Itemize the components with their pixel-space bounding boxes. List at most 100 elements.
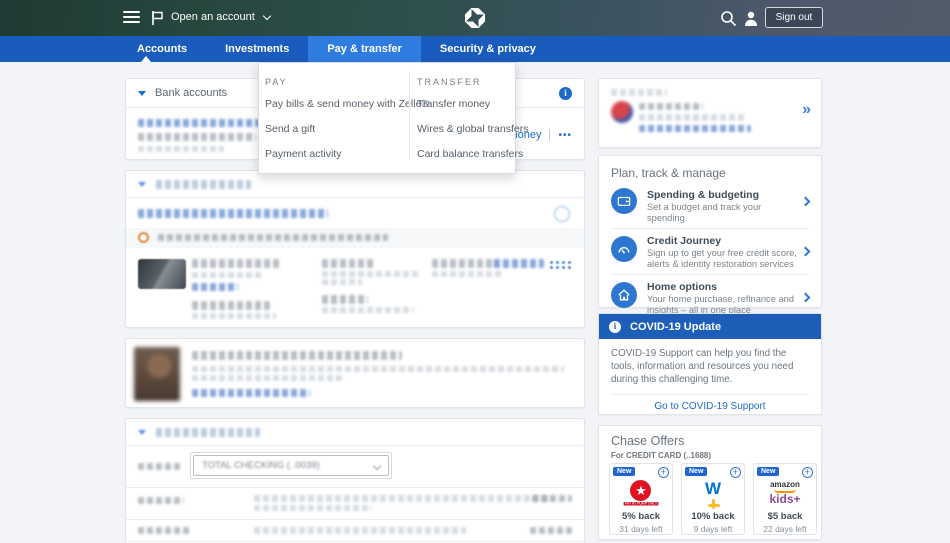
redacted-details-link[interactable]: [192, 283, 238, 291]
redacted-due-date-label: [432, 271, 504, 277]
redacted-section-title: [156, 180, 251, 189]
account-select[interactable]: TOTAL CHECKING (..0039): [190, 452, 392, 479]
walmart-spark-icon: [708, 499, 720, 509]
flag-icon[interactable]: [150, 10, 164, 26]
redacted-current-balance: [192, 259, 280, 268]
walmart-w-text: W: [705, 479, 721, 499]
chase-offers-card: Chase Offers For CREDIT CARD (..1688) Ne…: [598, 425, 822, 540]
collapse-caret-icon[interactable]: [138, 182, 146, 187]
redacted-points-label: [639, 114, 747, 121]
offer-reward: 5% back: [622, 511, 660, 522]
offer-reward: $5 back: [768, 511, 803, 522]
redacted-promo-text-2: [192, 375, 342, 381]
redacted-promo-link[interactable]: [192, 389, 310, 397]
new-badge: New: [613, 467, 635, 476]
hamburger-menu-icon[interactable]: [123, 11, 140, 26]
chase-logo[interactable]: [463, 6, 487, 30]
plan-item-home-options[interactable]: Home options: [647, 281, 717, 293]
redacted-rewards-title: [611, 89, 667, 96]
offers-title: Chase Offers: [611, 434, 684, 448]
offer-days-left: 22 days left: [763, 524, 806, 534]
top-header: Open an account Sign out: [0, 0, 950, 36]
redacted-due-date: [432, 259, 496, 268]
alert-icon: [138, 232, 149, 243]
credit-card-image: [138, 259, 186, 289]
covid-support-link[interactable]: Go to COVID-19 Support: [599, 401, 821, 412]
profile-icon[interactable]: [743, 10, 759, 27]
chase-dashboard: Open an account Sign out Accounts Invest…: [0, 0, 950, 543]
plan-item-credit-journey[interactable]: Credit Journey: [647, 235, 721, 247]
walmart-plus-logo: W: [705, 479, 721, 509]
chevron-right-icon[interactable]: [801, 293, 811, 303]
open-account-dropdown[interactable]: Open an account: [171, 11, 270, 23]
menu-item-transfer-money[interactable]: Transfer money: [417, 98, 528, 110]
freeze-card-icon[interactable]: [554, 206, 570, 222]
redacted-txn-date: [138, 527, 192, 534]
redacted-txn-amount-1: [532, 495, 572, 502]
add-offer-button[interactable]: +: [730, 467, 741, 478]
pay-menu-column: PAY Pay bills & send money with Zelle® S…: [259, 71, 409, 160]
action-divider: [549, 129, 550, 141]
offer-days-left: 31 days left: [619, 524, 662, 534]
tab-pay-transfer[interactable]: Pay & transfer: [308, 36, 421, 62]
amazon-kids-logo: amazon kids+: [769, 479, 800, 509]
house-icon: [611, 282, 637, 308]
plan-item-credit-journey-desc: Sign up to get your free credit score, a…: [647, 248, 799, 271]
menu-item-card-balance-transfers[interactable]: Card balance transfers: [417, 148, 528, 160]
texaco-star-icon: ★: [630, 480, 651, 501]
offer-card-walmart-plus[interactable]: New + W 10% back 9 days left: [681, 463, 745, 535]
collapse-caret-icon[interactable]: [138, 430, 146, 435]
select-chevron-icon: [373, 462, 381, 470]
menu-item-send-a-gift[interactable]: Send a gift: [265, 123, 401, 135]
redacted-pay-card-link[interactable]: [494, 259, 544, 268]
credit-cards-card: [125, 170, 585, 328]
redacted-card-account-link[interactable]: [138, 209, 328, 218]
redacted-available-credit: [192, 301, 270, 310]
sign-out-button[interactable]: Sign out: [765, 7, 823, 28]
kids-plus-wordmark: kids+: [769, 493, 800, 506]
collapse-caret-icon[interactable]: [138, 91, 146, 96]
redacted-account-label: [138, 463, 182, 470]
tab-investments[interactable]: Investments: [206, 36, 308, 62]
offer-reward: 10% back: [691, 511, 734, 522]
new-badge: New: [685, 467, 707, 476]
current-page-indicator: [141, 56, 151, 62]
more-menu-button[interactable]: •••: [558, 130, 572, 141]
transfer-menu-heading: TRANSFER: [417, 77, 528, 87]
promo-card: [125, 338, 585, 408]
open-account-label: Open an account: [171, 11, 255, 23]
covid-card-header: COVID-19 Update: [599, 314, 821, 339]
rewards-program-logo: [611, 101, 633, 123]
chevron-down-icon: [263, 11, 271, 19]
redacted-txn-desc-1: [254, 495, 552, 502]
redacted-min-payment-label: [322, 271, 418, 277]
offer-card-texaco[interactable]: New + ★ PAY AT PUMP ONLY 5% back 31 days…: [609, 463, 673, 535]
search-icon[interactable]: [720, 10, 737, 27]
add-offer-button[interactable]: +: [802, 467, 813, 478]
chevron-right-icon[interactable]: [801, 197, 811, 207]
bank-accounts-title: Bank accounts: [155, 87, 227, 99]
more-options-icon[interactable]: [550, 261, 572, 269]
texaco-logo: ★ PAY AT PUMP ONLY: [611, 479, 671, 509]
add-offer-button[interactable]: +: [658, 467, 669, 478]
redacted-points-value: [639, 103, 703, 110]
transfer-menu-column: TRANSFER Transfer money Wires & global t…: [409, 71, 536, 160]
redacted-payment-label: [322, 307, 414, 313]
tab-accounts[interactable]: Accounts: [118, 36, 206, 62]
chevron-right-icon[interactable]: [801, 247, 811, 257]
plan-item-spending[interactable]: Spending & budgeting: [647, 189, 759, 201]
gauge-icon: [611, 236, 637, 262]
redacted-promo-text-1: [192, 366, 564, 372]
covid-title: COVID-19 Update: [630, 321, 721, 333]
offer-card-amazon-kids[interactable]: New + amazon kids+ $5 back 22 days left: [753, 463, 817, 535]
plan-item-spending-desc: Set a budget and track your spending: [647, 202, 799, 225]
tab-security-privacy[interactable]: Security & privacy: [421, 36, 555, 62]
menu-item-pay-bills-zelle[interactable]: Pay bills & send money with Zelle®: [265, 98, 401, 110]
redacted-alert-text: [158, 234, 388, 241]
menu-item-wires-global-transfers[interactable]: Wires & global transfers: [417, 123, 528, 135]
menu-item-payment-activity[interactable]: Payment activity: [265, 148, 401, 160]
new-badge: New: [757, 467, 779, 476]
redacted-rewards-link[interactable]: [639, 125, 751, 132]
info-icon[interactable]: [559, 87, 572, 100]
double-chevron-icon[interactable]: »: [802, 101, 811, 119]
